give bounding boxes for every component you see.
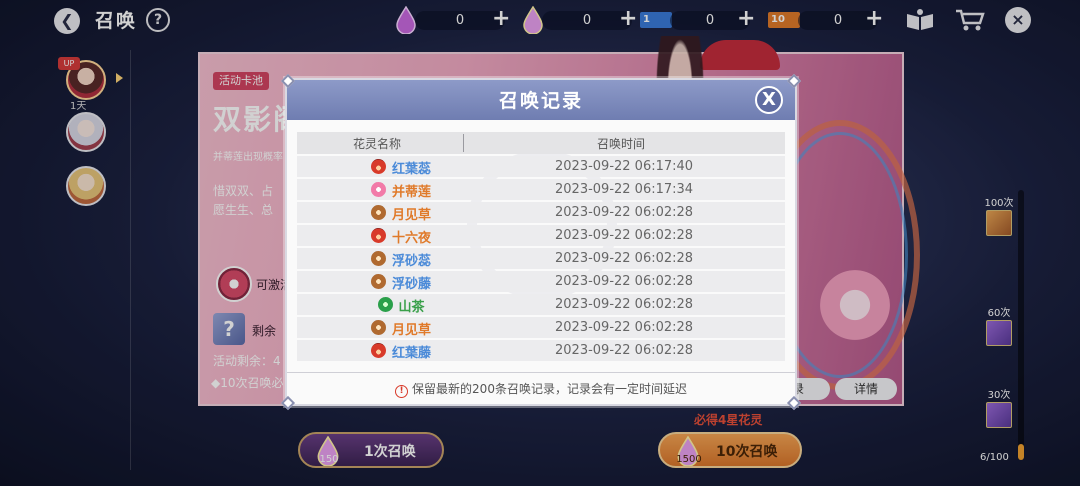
flower-spirit-name: 山茶 (398, 300, 425, 315)
table-row: 月见草 2023-09-22 06:02:28 (297, 202, 785, 223)
element-icon (371, 274, 386, 289)
summon-time: 2023-09-22 06:02:28 (555, 343, 694, 358)
column-header-name: 花灵名称 (353, 137, 402, 151)
summon-record-dialog: 召唤记录 X 花灵名称 召唤时间 红葉蕊 2023-09-22 06:17:40 … (285, 78, 797, 406)
flower-spirit-name: 并蒂莲 (392, 185, 432, 200)
element-icon (371, 159, 386, 174)
summon-time: 2023-09-22 06:02:28 (555, 228, 694, 243)
column-header-time: 召唤时间 (597, 137, 646, 151)
element-icon (371, 205, 386, 220)
dialog-header: 召唤记录 X (287, 80, 795, 120)
summon-time: 2023-09-22 06:17:34 (555, 182, 694, 197)
record-note: ! 保留最新的200条召唤记录，记录会有一定时间延迟 (287, 380, 795, 398)
flower-spirit-name: 浮砂藤 (392, 277, 432, 292)
flower-spirit-name: 红葉藤 (392, 346, 432, 361)
element-icon (371, 251, 386, 266)
element-icon (371, 182, 386, 197)
summon-time: 2023-09-22 06:17:40 (555, 159, 694, 174)
element-icon (371, 343, 386, 358)
element-icon (377, 297, 393, 312)
summon-time: 2023-09-22 06:02:28 (555, 274, 694, 289)
note-divider (287, 372, 795, 373)
table-row: 浮砂蕊 2023-09-22 06:02:28 (297, 248, 785, 269)
summon-time: 2023-09-22 06:02:28 (555, 297, 694, 312)
flower-spirit-name: 浮砂蕊 (392, 254, 432, 269)
dialog-title: 召唤记录 (498, 90, 583, 112)
element-icon (371, 228, 386, 243)
table-header: 花灵名称 召唤时间 (297, 132, 785, 154)
table-row: 月见草 2023-09-22 06:02:28 (297, 317, 785, 338)
table-body[interactable]: 红葉蕊 2023-09-22 06:17:40 并蒂莲 2023-09-22 06:… (297, 156, 785, 361)
summon-time: 2023-09-22 06:02:28 (555, 205, 694, 220)
table-row: 红葉藤 2023-09-22 06:02:28 (297, 340, 785, 361)
column-separator (463, 134, 464, 152)
flower-spirit-name: 十六夜 (392, 231, 432, 246)
table-row: 浮砂藤 2023-09-22 06:02:28 (297, 271, 785, 292)
flower-spirit-name: 月见草 (392, 323, 432, 338)
note-text: 保留最新的200条召唤记录，记录会有一定时间延迟 (412, 382, 687, 396)
element-icon (371, 320, 386, 335)
table-row: 十六夜 2023-09-22 06:02:28 (297, 225, 785, 246)
table-row: 红葉蕊 2023-09-22 06:17:40 (297, 156, 785, 177)
dialog-close-button[interactable]: X (755, 86, 783, 114)
table-row: 并蒂莲 2023-09-22 06:17:34 (297, 179, 785, 200)
record-table: 花灵名称 召唤时间 红葉蕊 2023-09-22 06:17:40 并蒂莲 2023… (297, 132, 785, 361)
flower-spirit-name: 月见草 (392, 208, 432, 223)
table-row: 山茶 2023-09-22 06:02:28 (297, 294, 785, 315)
summon-time: 2023-09-22 06:02:28 (555, 320, 694, 335)
summon-time: 2023-09-22 06:02:28 (555, 251, 694, 266)
warning-icon: ! (395, 385, 409, 398)
flower-spirit-name: 红葉蕊 (392, 162, 432, 177)
